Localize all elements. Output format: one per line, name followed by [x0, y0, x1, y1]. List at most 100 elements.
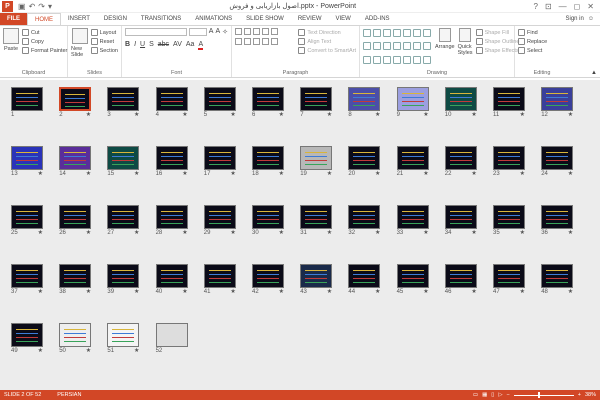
tab-slide-show[interactable]: SLIDE SHOW	[239, 13, 291, 25]
shrink-font-icon[interactable]: A	[215, 28, 220, 36]
slide-thumbnail-item[interactable]: 40 ★	[155, 264, 188, 295]
slide-thumbnail[interactable]	[59, 87, 92, 111]
slide-thumbnail[interactable]	[396, 87, 429, 111]
arrange-button[interactable]: Arrange	[435, 28, 455, 68]
slide-thumbnail-item[interactable]: 5 ★	[203, 87, 236, 118]
quick-styles-button[interactable]: Quick Styles	[458, 28, 473, 68]
slide-thumbnail[interactable]	[493, 205, 525, 229]
slide-thumbnail[interactable]	[155, 87, 188, 111]
slide-thumbnail-item[interactable]: 21 ★	[396, 146, 429, 177]
slide-thumbnail[interactable]	[203, 264, 236, 288]
slide-thumbnail[interactable]	[396, 146, 429, 170]
tab-design[interactable]: DESIGN	[97, 13, 134, 25]
slide-thumbnail[interactable]	[541, 205, 574, 229]
slide-sorter-view-icon[interactable]: ▦	[482, 392, 487, 398]
slide-thumbnail-item[interactable]: 17 ★	[203, 146, 236, 177]
shape-icon[interactable]	[403, 55, 411, 64]
slide-thumbnail[interactable]	[541, 87, 574, 111]
slide-thumbnail[interactable]	[11, 146, 43, 170]
shape-icon[interactable]	[413, 55, 421, 64]
clear-format-icon[interactable]: ✧	[222, 28, 228, 36]
slide-thumbnail[interactable]	[59, 323, 92, 347]
shape-effects-button[interactable]: Shape Effects	[475, 46, 520, 55]
slide-thumbnail-item[interactable]: 18 ★	[252, 146, 284, 177]
slide-thumbnail-item[interactable]: 4 ★	[155, 87, 188, 118]
slide-thumbnail-item[interactable]: 15 ★	[107, 146, 140, 177]
align-right-icon[interactable]	[253, 38, 260, 45]
slide-thumbnail[interactable]	[396, 205, 429, 229]
shape-icon[interactable]	[363, 42, 371, 51]
slide-thumbnail-item[interactable]: 10 ★	[444, 87, 477, 118]
slide-thumbnail[interactable]	[203, 146, 236, 170]
slide-thumbnail-item[interactable]: 29 ★	[203, 205, 236, 236]
tab-insert[interactable]: INSERT	[61, 13, 97, 25]
help-icon[interactable]: ?	[534, 2, 538, 11]
slide-thumbnail[interactable]	[348, 264, 381, 288]
slide-thumbnail-item[interactable]: 33 ★	[396, 205, 429, 236]
shape-icon[interactable]	[403, 29, 411, 37]
slide-thumbnail[interactable]	[252, 205, 284, 229]
slide-thumbnail[interactable]	[252, 264, 284, 288]
collapse-ribbon-icon[interactable]: ▲	[591, 70, 597, 76]
font-color-icon[interactable]: A	[198, 41, 204, 50]
slide-thumbnail[interactable]	[493, 146, 525, 170]
shape-icon[interactable]	[383, 42, 391, 51]
slide-thumbnail-item[interactable]: 1	[11, 87, 43, 118]
normal-view-icon[interactable]: ▭	[473, 392, 478, 398]
slide-thumbnail-item[interactable]: 48 ★	[541, 264, 574, 295]
slide-thumbnail-item[interactable]: 27 ★	[107, 205, 140, 236]
shape-icon[interactable]	[423, 55, 431, 64]
copy-button[interactable]: Copy	[22, 37, 67, 46]
cut-button[interactable]: Cut	[22, 28, 67, 37]
slide-thumbnail[interactable]	[541, 264, 574, 288]
tab-view[interactable]: VIEW	[329, 13, 358, 25]
slide-thumbnail-item[interactable]: 25 ★	[11, 205, 43, 236]
slide-thumbnail-item[interactable]: 9 ★	[396, 87, 429, 118]
grow-font-icon[interactable]: A	[209, 28, 214, 36]
shape-outline-button[interactable]: Shape Outline	[475, 37, 519, 46]
language-indicator[interactable]: PERSIAN	[57, 392, 81, 398]
slide-thumbnail[interactable]	[493, 264, 525, 288]
slide-thumbnail[interactable]	[59, 205, 92, 229]
slide-thumbnail[interactable]	[348, 146, 381, 170]
slide-thumbnail-item[interactable]: 24 ★	[541, 146, 574, 177]
strikethrough-icon[interactable]: abc	[158, 41, 169, 50]
change-case-icon[interactable]: Aa	[186, 41, 195, 50]
slide-thumbnail[interactable]	[59, 264, 92, 288]
slide-thumbnail[interactable]	[107, 264, 140, 288]
justify-icon[interactable]	[262, 38, 269, 45]
shape-icon[interactable]	[393, 29, 401, 37]
bullets-icon[interactable]	[235, 28, 242, 35]
layout-button[interactable]: Layout	[90, 28, 118, 37]
slide-thumbnail-item[interactable]: 32 ★	[348, 205, 381, 236]
underline-icon[interactable]: U	[140, 41, 145, 50]
slide-thumbnail[interactable]	[11, 87, 43, 111]
shadow-icon[interactable]: S	[149, 41, 154, 50]
align-left-icon[interactable]	[235, 38, 242, 45]
shape-icon[interactable]	[413, 29, 421, 37]
slide-thumbnail[interactable]	[11, 205, 43, 229]
slide-thumbnail[interactable]	[107, 323, 140, 347]
slide-thumbnail-item[interactable]: 11 ★	[493, 87, 525, 118]
shape-icon[interactable]	[393, 42, 401, 51]
shape-icon[interactable]	[373, 55, 381, 64]
tab-review[interactable]: REVIEW	[291, 13, 329, 25]
shape-icon[interactable]	[423, 29, 431, 37]
section-button[interactable]: Section	[90, 46, 118, 55]
undo-icon[interactable]: ↶	[29, 2, 36, 11]
slide-thumbnail-item[interactable]: 31 ★	[300, 205, 333, 236]
tab-animations[interactable]: ANIMATIONS	[188, 13, 239, 25]
text-direction-button[interactable]: Text Direction	[298, 28, 356, 37]
slide-thumbnail[interactable]	[444, 264, 477, 288]
redo-icon[interactable]: ↷	[38, 2, 45, 11]
slide-thumbnail[interactable]	[107, 146, 140, 170]
slide-thumbnail-item[interactable]: 6 ★	[252, 87, 284, 118]
slide-thumbnail[interactable]	[155, 205, 188, 229]
slide-thumbnail-item[interactable]: 49 ★	[11, 323, 43, 354]
slide-thumbnail-item[interactable]: 42 ★	[252, 264, 284, 295]
slide-thumbnail[interactable]	[11, 264, 43, 288]
save-icon[interactable]: ▣	[18, 2, 26, 11]
slide-thumbnail-item[interactable]: 37 ★	[11, 264, 43, 295]
slide-thumbnail-item[interactable]: 28 ★	[155, 205, 188, 236]
zoom-out-icon[interactable]: −	[507, 392, 510, 398]
